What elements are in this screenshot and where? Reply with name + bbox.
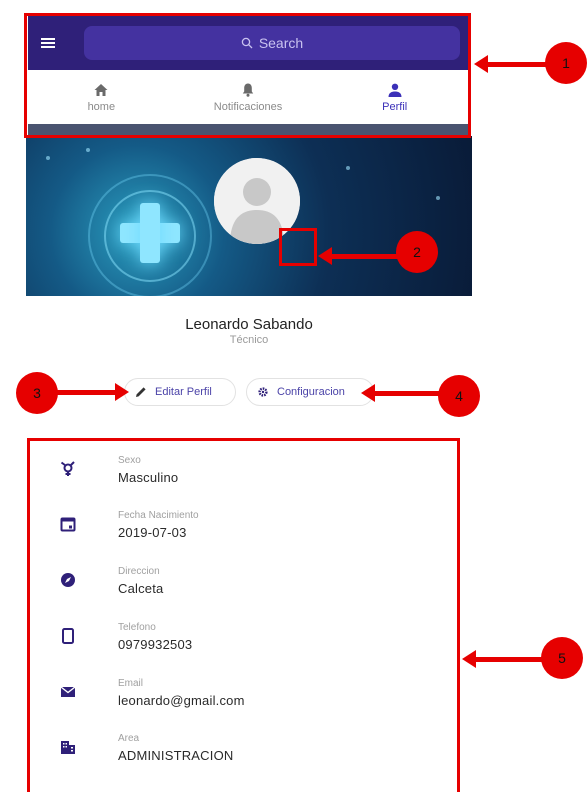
annotation-arrow-4	[373, 391, 443, 396]
banner-dot	[346, 166, 350, 170]
annotation-marker-4: 4	[438, 375, 480, 417]
annotation-marker-2: 2	[396, 231, 438, 273]
settings-button[interactable]: Configuracion	[246, 378, 374, 406]
annotation-arrow-head-3	[115, 383, 129, 401]
annotation-marker-3: 3	[16, 372, 58, 414]
banner-dot	[436, 196, 440, 200]
annotation-arrow-2	[330, 254, 400, 259]
banner-dot	[86, 148, 90, 152]
annotation-box-2	[279, 228, 317, 266]
gear-icon	[258, 387, 268, 397]
edit-profile-label: Editar Perfil	[155, 386, 212, 398]
annotation-arrow-3	[55, 390, 118, 395]
profile-role: Técnico	[229, 334, 269, 346]
banner-dot	[46, 156, 50, 160]
annotation-marker-5: 5	[541, 637, 583, 679]
pencil-icon	[136, 387, 146, 397]
profile-name: Leonardo Sabando	[185, 316, 313, 333]
medical-cross-icon-vertical	[140, 203, 160, 263]
annotation-marker-1: 1	[545, 42, 587, 84]
profile-banner	[26, 136, 472, 296]
annotation-box-1	[24, 13, 471, 138]
settings-label: Configuracion	[277, 386, 345, 398]
annotation-box-5	[27, 438, 460, 792]
edit-profile-button[interactable]: Editar Perfil	[124, 378, 236, 406]
